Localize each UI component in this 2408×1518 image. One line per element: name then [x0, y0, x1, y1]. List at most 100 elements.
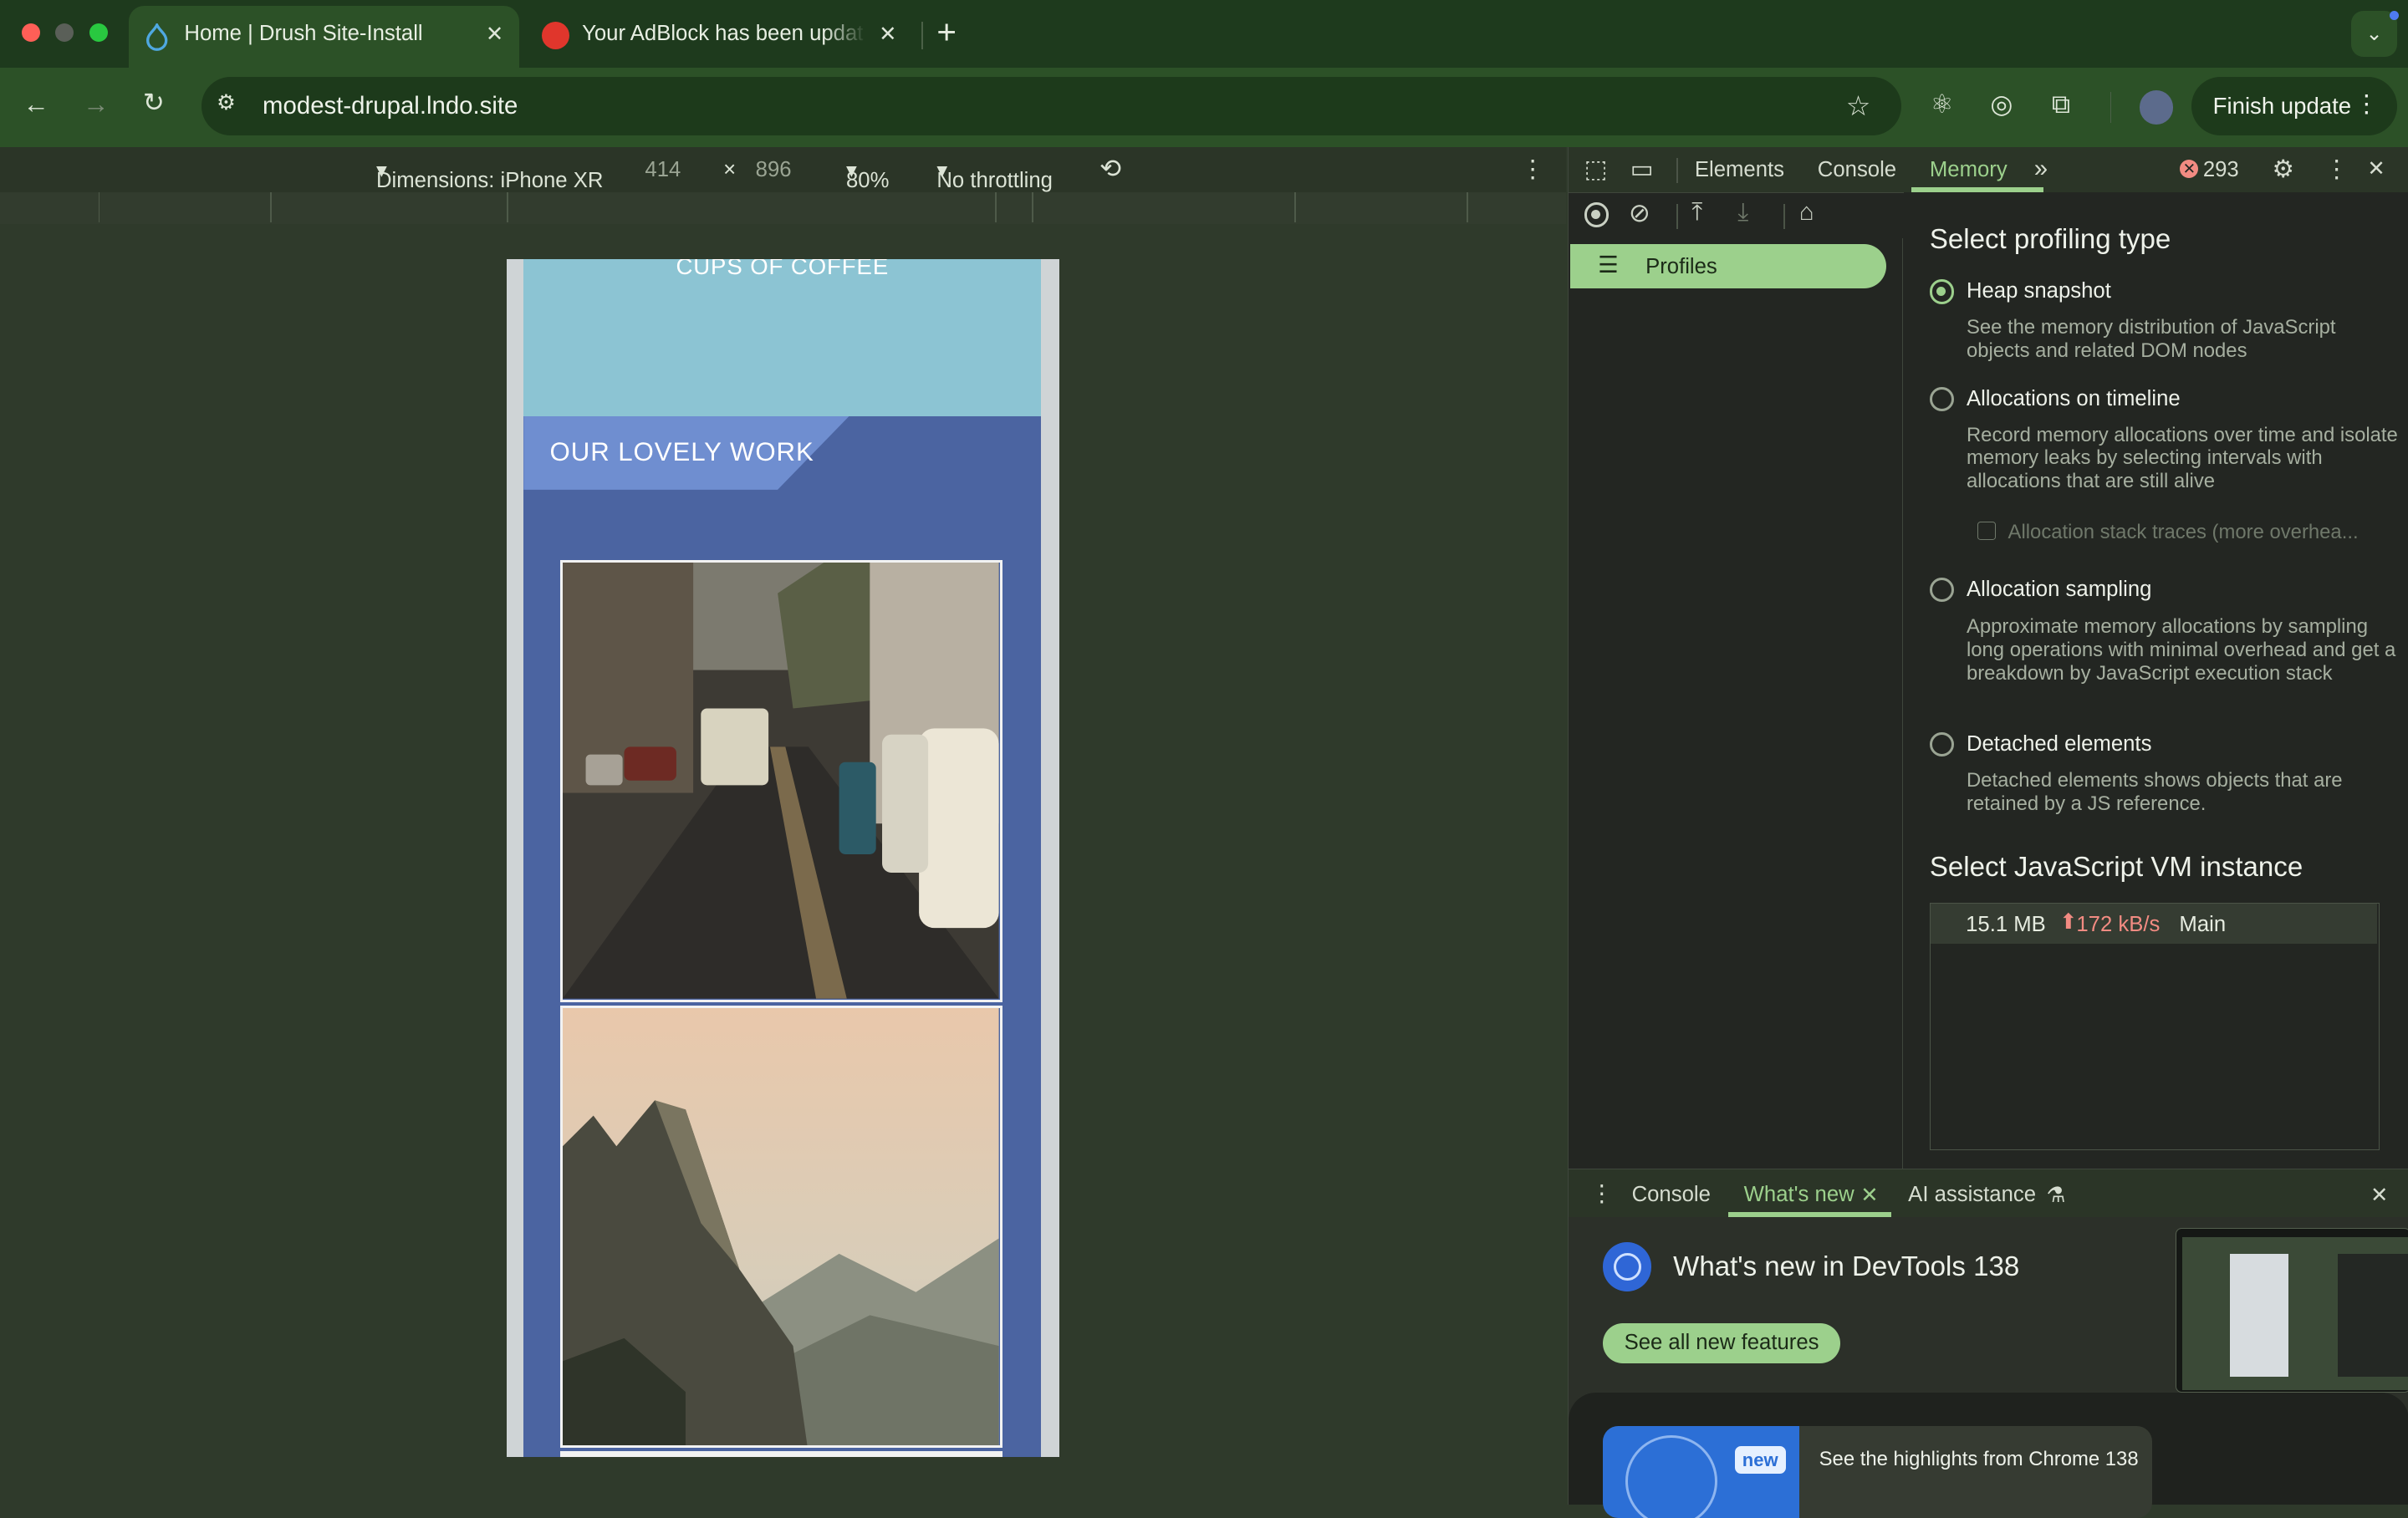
browser-tab-active[interactable]: Home | Drush Site-Install ✕ — [129, 6, 519, 68]
drawer-menu-icon[interactable]: ⋮ — [1590, 1180, 1614, 1207]
react-devtools-icon[interactable]: ⚛ — [1931, 89, 1954, 120]
media-query-ruler — [0, 191, 1567, 226]
drawer-tab-ai-assistance[interactable]: AI assistance — [1908, 1183, 2036, 1207]
tab-strip: Home | Drush Site-Install ✕ Your AdBlock… — [0, 0, 2408, 68]
profiles-sliders-icon: ☰ — [1598, 252, 1619, 278]
stack-traces-checkbox[interactable] — [1977, 522, 1996, 541]
reload-icon[interactable]: ↻ — [143, 88, 165, 118]
url-text[interactable]: modest-drupal.lndo.site — [263, 92, 518, 120]
close-tab-icon[interactable]: ✕ — [879, 22, 897, 47]
forward-arrow-icon[interactable]: → — [83, 89, 109, 120]
address-bar[interactable]: ⚙ modest-drupal.lndo.site ☆ — [201, 76, 1901, 135]
minimize-window-button[interactable] — [55, 23, 74, 42]
vm-instance-row[interactable]: 15.1 MB ⬆ 172 kB/s Main — [1930, 903, 2378, 944]
adblock-hand-icon — [542, 21, 570, 49]
browser-toolbar: ← → ↻ ⚙ modest-drupal.lndo.site ☆ ⚛ ◎ ⧉ … — [0, 67, 2408, 148]
ruler-tick — [1032, 191, 1034, 223]
radio-heap-snapshot[interactable] — [1929, 279, 1955, 304]
throttling-label: No throttling — [936, 169, 1053, 192]
ruler-tick — [1294, 191, 1297, 223]
ruler-tick — [270, 191, 273, 223]
emulated-device-page[interactable]: CUPS OF COFFEE OUR LOVELY WORK — [507, 259, 1060, 1458]
toolbar-divider — [1783, 204, 1786, 229]
more-vertical-icon[interactable]: ⋮ — [2354, 89, 2379, 119]
whats-new-drawer: What's new in DevTools 138 See all new f… — [1569, 1217, 2408, 1518]
radio-allocation-sampling[interactable] — [1929, 577, 1955, 602]
dimension-times: × — [723, 158, 737, 182]
radio-detached-elements[interactable] — [1929, 732, 1955, 757]
settings-gear-icon[interactable]: ⚙ — [2272, 155, 2293, 184]
device-dimensions-select[interactable]: Dimensions: iPhone XR ▾ — [376, 158, 603, 192]
throttling-select[interactable]: No throttling ▾ — [936, 158, 1053, 192]
close-whats-new-icon[interactable]: ✕ — [1860, 1183, 1879, 1208]
option-label: Allocation sampling — [1966, 577, 2152, 601]
close-devtools-icon[interactable]: ✕ — [2367, 156, 2385, 181]
option-label: Allocations on timeline — [1966, 386, 2181, 410]
drupal-drop-icon — [145, 23, 167, 51]
error-count[interactable]: 293 — [2203, 158, 2239, 182]
mountain-cliff-image — [563, 1008, 1000, 1445]
extensions-puzzle-icon[interactable]: ⧉ — [2052, 89, 2070, 120]
device-toggle-icon[interactable]: ▭ — [1630, 155, 1654, 184]
stack-traces-label: Allocation stack traces (more overhea... — [2008, 520, 2359, 543]
tab-console[interactable]: Console — [1818, 158, 1896, 182]
more-tabs-chevron-icon[interactable]: » — [2034, 155, 2048, 183]
close-drawer-icon[interactable]: ✕ — [2370, 1183, 2389, 1208]
devtools-main-toolbar: ⬚ ▭ Elements Console Memory » ✕ 293 ⚙ ⋮ … — [1569, 147, 2408, 193]
garbage-collect-broom-icon[interactable]: ⌂ — [1799, 198, 1814, 227]
vm-instance-heading: Select JavaScript VM instance — [1929, 852, 2303, 884]
tab-divider — [921, 21, 923, 49]
zoom-select[interactable]: 80% ▾ — [846, 158, 889, 192]
more-vertical-icon[interactable]: ⋮ — [1520, 155, 1544, 184]
close-tab-icon[interactable]: ✕ — [486, 22, 504, 47]
new-badge: new — [1734, 1446, 1786, 1475]
tab-title: Home | Drush Site-Install — [184, 21, 423, 45]
arrow-up-icon: ⬆ — [2059, 910, 2078, 935]
profiles-label: Profiles — [1645, 254, 1717, 278]
option-description: Record memory allocations over time and … — [1966, 423, 2398, 492]
device-width-input[interactable]: 414 — [645, 158, 681, 182]
drawer-tab-console[interactable]: Console — [1632, 1183, 1711, 1207]
back-arrow-icon[interactable]: ← — [23, 89, 49, 120]
zoom-label: 80% — [846, 169, 890, 192]
section-title: OUR LOVELY WORK — [549, 437, 814, 467]
upload-icon[interactable]: ⤒ — [1691, 198, 1702, 227]
profile-avatar[interactable] — [2139, 90, 2173, 125]
device-height-input[interactable]: 896 — [756, 158, 792, 182]
rotate-icon[interactable]: ⟲ — [1099, 154, 1121, 184]
street-photo[interactable] — [560, 560, 1003, 1003]
site-info-icon[interactable]: ⚙ — [217, 90, 236, 115]
target-extension-icon[interactable]: ◎ — [1990, 89, 2013, 120]
device-toolbar: Dimensions: iPhone XR ▾ 414 × 896 80% ▾ … — [0, 147, 1567, 192]
more-vertical-icon[interactable]: ⋮ — [2324, 155, 2349, 184]
zoom-window-button[interactable] — [89, 23, 108, 42]
ruler-tick — [507, 191, 508, 223]
record-icon[interactable] — [1584, 202, 1609, 227]
ruler-tick — [98, 191, 100, 223]
tab-memory[interactable]: Memory — [1930, 158, 2008, 182]
coffee-caption: CUPS OF COFFEE — [676, 259, 890, 280]
browser-tab[interactable]: Your AdBlock has been updat ✕ — [525, 6, 918, 67]
error-icon: ✕ — [2180, 160, 2199, 179]
inspect-element-icon[interactable]: ⬚ — [1584, 155, 1608, 184]
tab-elements[interactable]: Elements — [1695, 158, 1784, 182]
devtools-panel: ⬚ ▭ Elements Console Memory » ✕ 293 ⚙ ⋮ … — [1568, 147, 2408, 1518]
chrome-devtools-logo-icon — [1602, 1241, 1652, 1291]
option-label: Heap snapshot — [1966, 279, 2111, 303]
new-tab-button[interactable]: + — [936, 13, 957, 52]
option-description: Detached elements shows objects that are… — [1966, 769, 2343, 815]
clear-icon[interactable]: ⊘ — [1629, 198, 1650, 228]
bookmark-star-icon[interactable]: ☆ — [1846, 89, 1871, 123]
next-photo-edge — [560, 1450, 1003, 1457]
download-icon[interactable]: ⤓ — [1737, 198, 1748, 227]
see-all-features-button[interactable]: See all new features — [1602, 1323, 1841, 1363]
video-thumbnail[interactable] — [2175, 1228, 2408, 1393]
finish-update-button[interactable]: Finish update ⋮ — [2191, 76, 2398, 135]
radio-allocations-timeline[interactable] — [1929, 386, 1955, 412]
vm-instance-list: 15.1 MB ⬆ 172 kB/s Main — [1929, 902, 2380, 1150]
option-description: See the memory distribution of JavaScrip… — [1966, 316, 2336, 362]
sidebar-item-profiles[interactable]: ☰ Profiles — [1570, 244, 1887, 289]
close-window-button[interactable] — [21, 23, 40, 42]
mountain-photo[interactable] — [560, 1006, 1003, 1448]
drawer-tab-whats-new[interactable]: What's new — [1744, 1183, 1854, 1207]
